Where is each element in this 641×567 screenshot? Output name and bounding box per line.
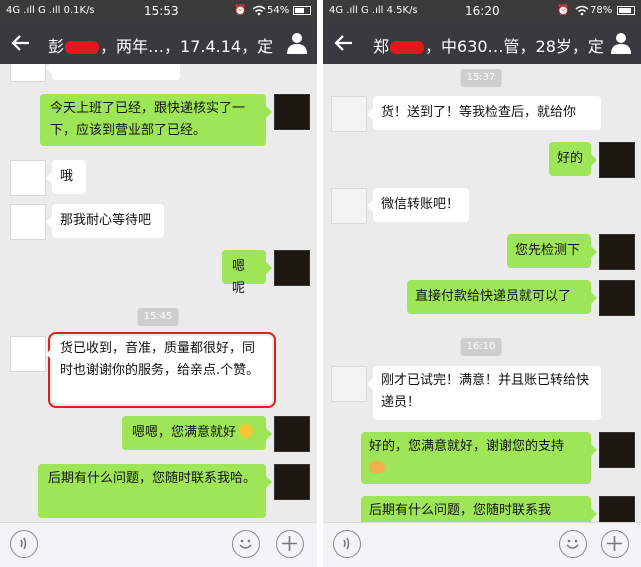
chat-screen-right: 4G .ıll G .ıll 4.5K/s 16:20 ⏰ 78% 郑 ，中630… [323, 0, 641, 567]
contact-remark: ，中630…管，28岁，定 [425, 37, 604, 56]
signal-indicator: 4G .ıll G .ıll 4.5K/s [329, 5, 418, 16]
avatar[interactable] [274, 464, 310, 500]
message-bubble-in[interactable]: 刚才已试完！满意！并且账已转给快递员！ [367, 366, 601, 420]
battery-level: 78% [590, 5, 613, 16]
message-bubble-in[interactable]: 哦 [46, 160, 86, 194]
avatar[interactable] [10, 64, 46, 82]
contact-name: 郑 [373, 37, 390, 56]
avatar[interactable] [10, 204, 46, 240]
message-bubble-in[interactable]: 估计明天差不多吧 [46, 64, 180, 80]
battery-icon [617, 6, 635, 15]
message-bubble-in[interactable]: 那我耐心等待吧 [46, 204, 164, 238]
battery-icon [293, 6, 311, 15]
signal-indicator: 4G .ıll G .ıll 0.1K/s [6, 5, 95, 16]
emoji-icon[interactable] [559, 530, 587, 558]
clock: 15:53 [144, 4, 179, 18]
back-arrow-icon[interactable] [333, 32, 355, 54]
avatar[interactable] [331, 96, 367, 132]
battery-level: 54% [267, 5, 290, 16]
message-bubble-in-highlighted[interactable]: 货已收到，音准，质量都很好，同时也谢谢你的服务，给亲点.个赞。 [46, 332, 276, 408]
redacted-name [390, 41, 425, 54]
plus-icon[interactable] [601, 530, 629, 558]
avatar[interactable] [274, 94, 310, 130]
message-bubble-in[interactable]: 货！送到了！等我检查后，就给你 [367, 96, 601, 130]
avatar[interactable] [10, 336, 46, 372]
emoji-icon[interactable] [232, 530, 260, 558]
avatar[interactable] [599, 234, 635, 270]
chat-title: 彭 ，两年…，17.4.14，定 [48, 33, 273, 57]
avatar[interactable] [599, 280, 635, 316]
wifi-icon [252, 5, 266, 19]
message-bubble-out[interactable]: 嗯呢 [222, 250, 272, 296]
user-icon[interactable] [285, 31, 309, 55]
wifi-icon [575, 5, 589, 19]
avatar[interactable] [599, 142, 635, 178]
avatar[interactable] [331, 188, 367, 224]
timestamp: 15:45 [137, 308, 179, 326]
avatar[interactable] [599, 496, 635, 523]
contact-name: 彭 [48, 37, 65, 56]
avatar[interactable] [274, 250, 310, 286]
message-bubble-out[interactable]: 嗯嗯，您满意就好 [122, 416, 272, 450]
timestamp: 15:37 [460, 69, 502, 87]
voice-icon[interactable] [10, 530, 38, 558]
message-bubble-out[interactable]: 您先检测下 [507, 234, 597, 268]
input-bar [0, 522, 317, 567]
message-text: 好的，您满意就好，谢谢您的支持 [369, 439, 565, 454]
chat-screen-left: 4G .ıll G .ıll 0.1K/s 15:53 ⏰ 54% 彭 ，两年…，… [0, 0, 317, 567]
message-bubble-out[interactable]: 好的，您满意就好，谢谢您的支持 [361, 432, 597, 484]
timestamp: 16:10 [460, 338, 502, 356]
redacted-name [65, 41, 100, 54]
chat-header: 彭 ，两年…，17.4.14，定 [0, 22, 317, 64]
back-arrow-icon[interactable] [10, 32, 32, 54]
message-bubble-out[interactable]: 好的 [549, 142, 597, 176]
chat-title: 郑 ，中630…管，28岁，定 [373, 33, 604, 57]
chat-header: 郑 ，中630…管，28岁，定 [323, 22, 641, 64]
message-list[interactable]: 估计明天差不多吧 今天上班了已经，跟快递核实了一下，应该到营业部了已经。 哦 那… [0, 64, 317, 523]
voice-icon[interactable] [333, 530, 361, 558]
status-bar: 4G .ıll G .ıll 0.1K/s 15:53 ⏰ 54% [0, 0, 317, 22]
contact-remark: ，两年…，17.4.14，定 [100, 37, 274, 56]
message-bubble-in[interactable]: 微信转账吧！ [367, 188, 469, 222]
handshake-emoji-icon [369, 461, 385, 473]
avatar[interactable] [274, 416, 310, 452]
message-bubble-out[interactable]: 今天上班了已经，跟快递核实了一下，应该到营业部了已经。 [40, 94, 272, 146]
alarm-icon: ⏰ [234, 5, 247, 16]
message-bubble-out[interactable]: 直接付款给快递员就可以了 [407, 280, 597, 314]
avatar[interactable] [599, 432, 635, 468]
alarm-icon: ⏰ [557, 5, 570, 16]
avatar[interactable] [10, 160, 46, 196]
user-icon[interactable] [609, 31, 633, 55]
avatar[interactable] [331, 366, 367, 402]
clock: 16:20 [465, 4, 500, 18]
status-bar: 4G .ıll G .ıll 4.5K/s 16:20 ⏰ 78% [323, 0, 641, 22]
message-bubble-out[interactable]: 后期有什么问题，您随时联系我 [361, 496, 597, 523]
message-bubble-out[interactable]: 后期有什么问题，您随时联系我哈。 [38, 464, 272, 518]
message-text: 嗯嗯，您满意就好 [132, 425, 237, 440]
input-bar [323, 522, 641, 567]
grin-emoji-icon [239, 424, 254, 438]
message-list[interactable]: 15:37 货！送到了！等我检查后，就给你 好的 微信转账吧！ 您先检测下 直接… [323, 64, 641, 523]
plus-icon[interactable] [276, 530, 304, 558]
